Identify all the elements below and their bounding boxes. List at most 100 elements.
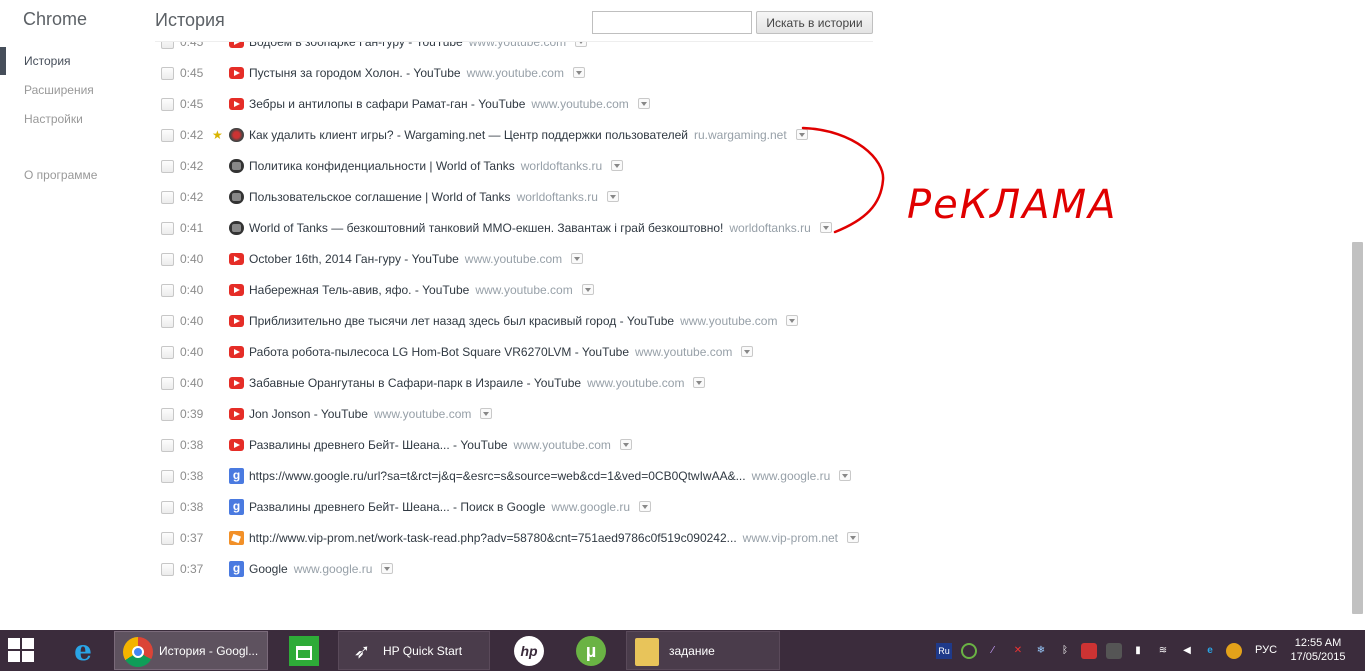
taskbar-hp-button[interactable]: hp	[500, 631, 558, 670]
entry-menu-dropdown-icon[interactable]	[839, 470, 852, 482]
entry-checkbox[interactable]	[161, 470, 174, 483]
entry-checkbox[interactable]	[161, 160, 174, 173]
entry-checkbox[interactable]	[161, 98, 174, 111]
tray-ie-icon[interactable]: e	[1202, 643, 1218, 659]
entry-title[interactable]: Пустыня за городом Холон. - YouTube	[249, 66, 461, 80]
entry-checkbox[interactable]	[161, 563, 174, 576]
entry-link[interactable]: Забавные Орангутаны в Сафари-парк в Изра…	[249, 368, 706, 399]
entry-menu-dropdown-icon[interactable]	[637, 98, 650, 110]
entry-link[interactable]: Политика конфиденциальности | World of T…	[249, 151, 624, 182]
entry-checkbox[interactable]	[161, 222, 174, 235]
entry-title[interactable]: Забавные Орангутаны в Сафари-парк в Изра…	[249, 376, 581, 390]
search-input[interactable]	[592, 11, 752, 34]
entry-link[interactable]: Jon Jonson - YouTube www.youtube.com	[249, 399, 493, 430]
entry-menu-dropdown-icon[interactable]	[606, 191, 619, 203]
entry-title[interactable]: Google	[249, 562, 288, 576]
entry-checkbox[interactable]	[161, 191, 174, 204]
entry-menu-dropdown-icon[interactable]	[575, 42, 588, 48]
entry-menu-dropdown-icon[interactable]	[619, 439, 632, 451]
entry-checkbox[interactable]	[161, 501, 174, 514]
tray-battery-icon[interactable]: ▮	[1130, 643, 1146, 659]
entry-title[interactable]: Зебры и антилопы в сафари Рамат-ган - Yo…	[249, 97, 525, 111]
page-scrollbar[interactable]	[1350, 0, 1365, 630]
tray-volume-icon[interactable]: ◀	[1179, 643, 1195, 659]
tray-wifi-icon[interactable]: ≋	[1155, 643, 1171, 659]
bookmark-star-icon[interactable]: ★	[212, 128, 223, 142]
entry-link[interactable]: Развалины древнего Бейт- Шеана... - YouT…	[249, 430, 632, 461]
search-history-button[interactable]: Искать в истории	[756, 11, 873, 34]
entry-checkbox[interactable]	[161, 439, 174, 452]
entry-title[interactable]: Работа робота-пылесоса LG Hom-Bot Square…	[249, 345, 629, 359]
taskbar-chrome-button[interactable]: История - Googl...	[114, 631, 268, 670]
system-clock[interactable]: 12:55 AM 17/05/2015	[1288, 636, 1348, 664]
entry-link[interactable]: Google www.google.ru	[249, 554, 394, 585]
entry-checkbox[interactable]	[161, 346, 174, 359]
entry-title[interactable]: http://www.vip-prom.net/work-task-read.p…	[249, 531, 737, 545]
windows-start-icon[interactable]	[8, 638, 36, 664]
entry-menu-dropdown-icon[interactable]	[381, 563, 394, 575]
tray-ru-icon[interactable]: Ru	[936, 643, 952, 659]
entry-title[interactable]: Jon Jonson - YouTube	[249, 407, 368, 421]
entry-title[interactable]: Политика конфиденциальности | World of T…	[249, 159, 515, 173]
entry-link[interactable]: October 16th, 2014 Ган-гуру - YouTube www…	[249, 244, 584, 275]
entry-title[interactable]: Развалины древнего Бейт- Шеана... - Поис…	[249, 500, 545, 514]
entry-title[interactable]: Пользовательское соглашение | World of T…	[249, 190, 511, 204]
entry-link[interactable]: http://www.vip-prom.net/work-task-read.p…	[249, 523, 860, 554]
entry-menu-dropdown-icon[interactable]	[572, 67, 585, 79]
entry-link[interactable]: Развалины древнего Бейт- Шеана... - Поис…	[249, 492, 652, 523]
entry-menu-dropdown-icon[interactable]	[741, 346, 754, 358]
tray-game-icon[interactable]	[1226, 643, 1242, 659]
entry-title[interactable]: World of Tanks — безкоштовний танковий M…	[249, 221, 723, 235]
entry-link[interactable]: https://www.google.ru/url?sa=t&rct=j&q=&…	[249, 461, 852, 492]
entry-menu-dropdown-icon[interactable]	[786, 315, 799, 327]
entry-title[interactable]: Приблизительно две тысячи лет назад здес…	[249, 314, 674, 328]
entry-title[interactable]: Водоем в зоопарке Ган-гуру - YouTube	[249, 42, 463, 49]
entry-menu-dropdown-icon[interactable]	[581, 284, 594, 296]
entry-menu-dropdown-icon[interactable]	[639, 501, 652, 513]
entry-title[interactable]: Развалины древнего Бейт- Шеана... - YouT…	[249, 438, 508, 452]
sidebar-item-extensions[interactable]: Расширения	[0, 76, 140, 104]
entry-menu-dropdown-icon[interactable]	[480, 408, 493, 420]
entry-checkbox[interactable]	[161, 42, 174, 49]
entry-menu-dropdown-icon[interactable]	[611, 160, 624, 172]
entry-link[interactable]: Работа робота-пылесоса LG Hom-Bot Square…	[249, 337, 754, 368]
tray-security-icon[interactable]	[961, 643, 977, 659]
tray-snowflake-icon[interactable]: ❄	[1033, 643, 1049, 659]
taskbar-store-button[interactable]	[276, 631, 332, 670]
entry-menu-dropdown-icon[interactable]	[693, 377, 706, 389]
taskbar-utorrent-button[interactable]: µ	[564, 631, 620, 670]
tray-app-icon[interactable]	[1081, 643, 1097, 659]
scrollbar-thumb[interactable]	[1352, 242, 1363, 614]
sidebar-item-settings[interactable]: Настройки	[0, 105, 140, 133]
taskbar-ie-button[interactable]: e	[58, 631, 110, 670]
entry-checkbox[interactable]	[161, 284, 174, 297]
entry-checkbox[interactable]	[161, 67, 174, 80]
entry-title[interactable]: Набережная Тель-авив, яфо. - YouTube	[249, 283, 469, 297]
entry-link[interactable]: Зебры и антилопы в сафари Рамат-ган - Yo…	[249, 89, 650, 120]
entry-link[interactable]: Набережная Тель-авив, яфо. - YouTube www.…	[249, 275, 594, 306]
entry-link[interactable]: Пользовательское соглашение | World of T…	[249, 182, 619, 213]
sidebar-item-history[interactable]: История	[0, 47, 140, 75]
entry-link[interactable]: World of Tanks — безкоштовний танковий M…	[249, 213, 832, 244]
language-indicator[interactable]: РУС	[1255, 630, 1277, 671]
entry-link[interactable]: Приблизительно две тысячи лет назад здес…	[249, 306, 799, 337]
entry-title[interactable]: https://www.google.ru/url?sa=t&rct=j&q=&…	[249, 469, 746, 483]
entry-title[interactable]: Как удалить клиент игры? - Wargaming.net…	[249, 128, 688, 142]
tray-flag-icon[interactable]: ✕	[1010, 643, 1026, 659]
entry-menu-dropdown-icon[interactable]	[571, 253, 584, 265]
entry-checkbox[interactable]	[161, 315, 174, 328]
entry-checkbox[interactable]	[161, 532, 174, 545]
entry-title[interactable]: October 16th, 2014 Ган-гуру - YouTube	[249, 252, 459, 266]
entry-checkbox[interactable]	[161, 377, 174, 390]
taskbar-hp-quick-start-button[interactable]: ➶ HP Quick Start	[338, 631, 490, 670]
entry-link[interactable]: Водоем в зоопарке Ган-гуру - YouTube www.…	[249, 42, 588, 58]
entry-checkbox[interactable]	[161, 253, 174, 266]
taskbar-folder-button[interactable]: задание	[626, 631, 780, 670]
entry-menu-dropdown-icon[interactable]	[847, 532, 860, 544]
tray-bluetooth-icon[interactable]: ᛒ	[1057, 643, 1073, 659]
sidebar-item-about[interactable]: О программе	[0, 161, 140, 189]
tray-printer-icon[interactable]	[1106, 643, 1122, 659]
entry-link[interactable]: Как удалить клиент игры? - Wargaming.net…	[249, 120, 808, 151]
entry-checkbox[interactable]	[161, 129, 174, 142]
entry-link[interactable]: Пустыня за городом Холон. - YouTube www.y…	[249, 58, 585, 89]
